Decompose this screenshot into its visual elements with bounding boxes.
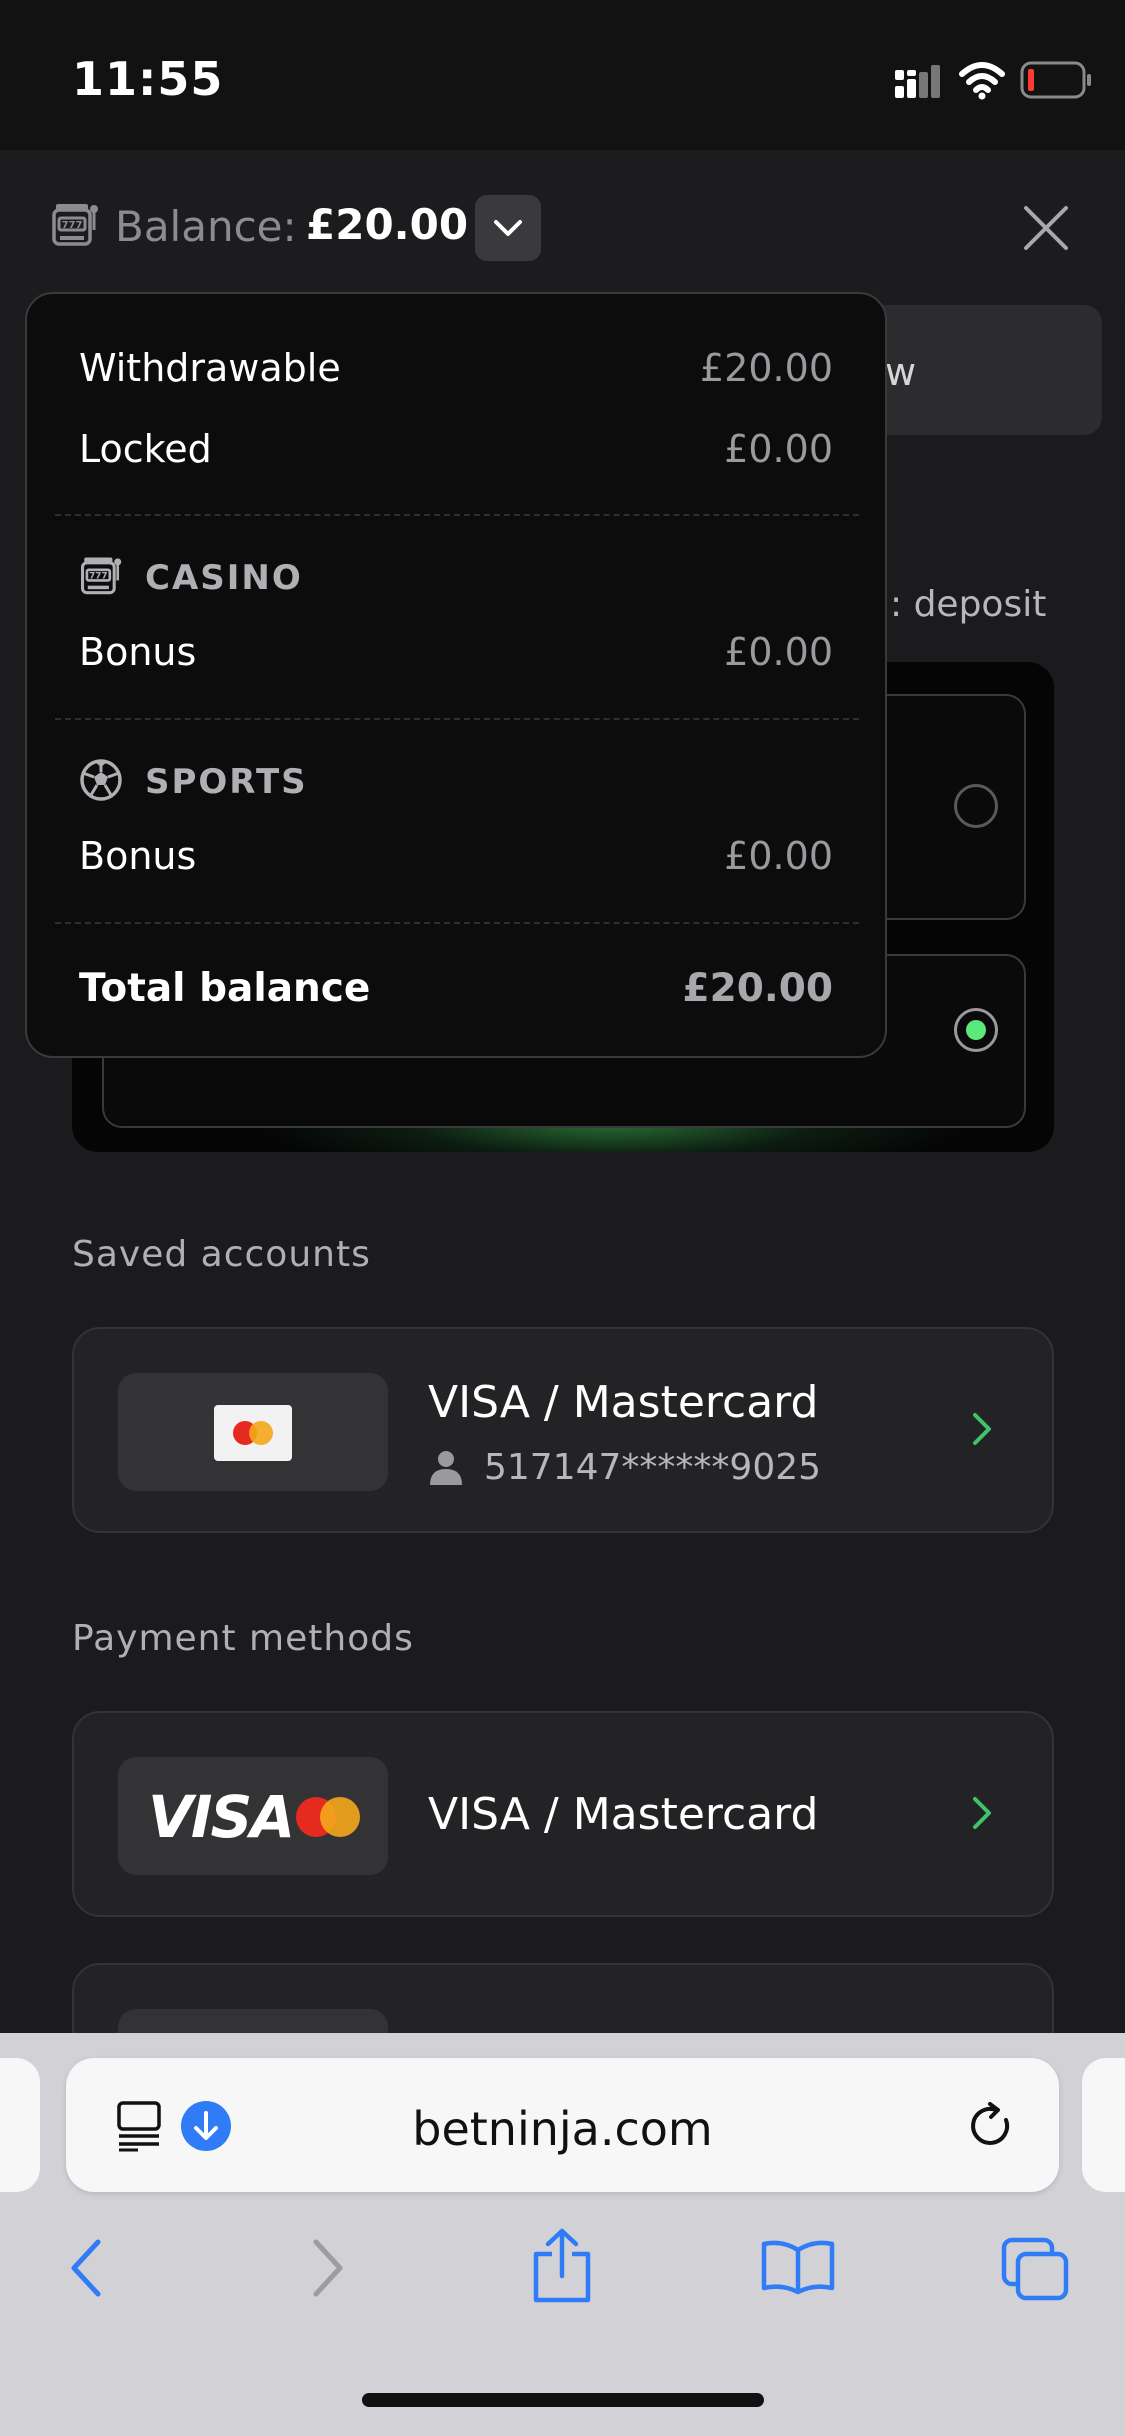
divider <box>55 514 859 516</box>
payment-methods-title: Payment methods <box>72 1618 414 1659</box>
saved-account-number: 517147******9025 <box>484 1447 822 1488</box>
back-icon[interactable] <box>64 2236 108 2300</box>
slot-machine-icon: 777 <box>80 557 122 595</box>
mastercard-icon <box>296 1797 360 1837</box>
card-logo-box <box>118 1373 388 1491</box>
slot-machine-icon: 777 <box>52 204 98 246</box>
payment-method-name: VISA / Mastercard <box>428 1789 819 1840</box>
share-icon[interactable] <box>530 2228 594 2304</box>
bonus-option-radio-selected[interactable] <box>954 1008 998 1052</box>
url-text[interactable]: betninja.com <box>0 2102 1125 2156</box>
reload-icon[interactable] <box>966 2100 1018 2152</box>
casino-bonus-value: £0.00 <box>724 630 833 674</box>
wifi-icon <box>959 62 1005 100</box>
bonus-option-radio[interactable] <box>954 784 998 828</box>
home-indicator <box>362 2393 764 2407</box>
total-balance-value: £20.00 <box>682 966 834 1011</box>
battery-low-icon <box>1020 61 1091 99</box>
status-bar: 11:55 <box>0 0 1125 150</box>
saved-account-card[interactable]: VISA / Mastercard 517147******9025 <box>72 1327 1054 1533</box>
balance-label: Balance: <box>115 202 297 251</box>
withdrawable-label: Withdrawable <box>79 346 341 390</box>
user-icon <box>430 1451 462 1485</box>
withdrawable-value: £20.00 <box>700 346 833 390</box>
svg-text:777: 777 <box>89 572 107 582</box>
bookmarks-icon[interactable] <box>760 2238 836 2296</box>
soccer-ball-icon <box>80 759 122 801</box>
balance-amount: £20.00 <box>306 200 469 249</box>
mastercard-icon <box>214 1405 292 1461</box>
chevron-right-icon <box>973 1797 991 1829</box>
balance-dropdown-toggle[interactable] <box>475 195 541 261</box>
locked-value: £0.00 <box>724 427 833 471</box>
cellular-signal-icon <box>895 65 940 98</box>
chevron-right-icon <box>973 1413 991 1445</box>
sports-bonus-label: Bonus <box>79 834 197 878</box>
visa-logo: VISA <box>148 1783 295 1851</box>
deposit-subtitle: : deposit <box>890 584 1047 625</box>
payment-logo-box: VISA <box>118 1757 388 1875</box>
divider <box>55 718 859 720</box>
chevron-down-icon <box>494 220 522 236</box>
casino-section-title: CASINO <box>145 558 303 598</box>
saved-accounts-title: Saved accounts <box>72 1234 371 1275</box>
svg-text:777: 777 <box>62 220 83 231</box>
close-icon[interactable] <box>1016 198 1076 258</box>
radio-selected-dot <box>966 1020 986 1040</box>
divider <box>55 922 859 924</box>
sports-bonus-value: £0.00 <box>724 834 833 878</box>
locked-label: Locked <box>79 427 212 471</box>
balance-dropdown: Withdrawable £20.00 Locked £0.00 777 CAS… <box>25 292 887 1058</box>
forward-icon[interactable] <box>306 2236 350 2300</box>
payment-method-card[interactable]: VISA VISA / Mastercard <box>72 1711 1054 1917</box>
casino-bonus-label: Bonus <box>79 630 197 674</box>
tabs-icon[interactable] <box>1000 2236 1070 2302</box>
sports-section-title: SPORTS <box>145 762 308 802</box>
saved-account-name: VISA / Mastercard <box>428 1377 819 1428</box>
total-balance-label: Total balance <box>79 966 371 1011</box>
withdraw-button-label: w <box>885 350 917 394</box>
status-time: 11:55 <box>72 52 224 106</box>
